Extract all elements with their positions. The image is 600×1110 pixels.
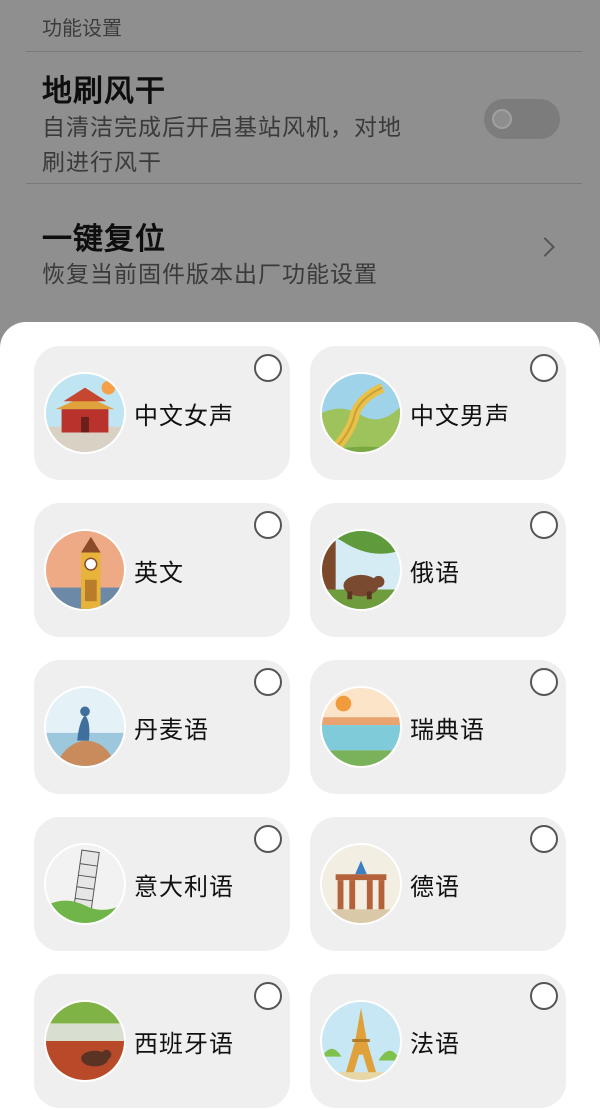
stockholm-icon [320, 686, 402, 768]
voice-label: 意大利语 [134, 873, 234, 901]
voice-label: 俄语 [410, 559, 460, 587]
dry-brush-toggle[interactable] [484, 99, 560, 139]
radio-button[interactable] [254, 982, 282, 1010]
divider [26, 183, 582, 184]
voice-card[interactable]: 俄语 [310, 503, 566, 637]
settings-background: 功能设置 地刷风干 自清洁完成后开启基站风机，对地 刷进行风干 一键复位 恢复当… [0, 0, 600, 340]
voice-selection-sheet: 中文女声 中文男声 英文 俄语 丹麦语 瑞典语 意大利语 德语 西班牙语 法语 [0, 322, 600, 1110]
voice-label: 丹麦语 [134, 716, 209, 744]
toggle-knob [492, 109, 512, 129]
voice-label: 德语 [410, 873, 460, 901]
radio-button[interactable] [530, 668, 558, 696]
little-mermaid-icon [44, 686, 126, 768]
chevron-right-icon[interactable] [535, 237, 555, 257]
reset-title: 一键复位 [42, 222, 166, 257]
bear-icon [320, 529, 402, 611]
voice-label: 中文女声 [134, 402, 234, 430]
voice-card[interactable]: 法语 [310, 974, 566, 1108]
radio-button[interactable] [530, 511, 558, 539]
radio-button[interactable] [254, 354, 282, 382]
bull-ring-icon [44, 1000, 126, 1082]
radio-button[interactable] [254, 511, 282, 539]
voice-label: 西班牙语 [134, 1030, 234, 1058]
divider [26, 51, 582, 52]
dry-brush-desc-line2: 刷进行风干 [42, 150, 162, 176]
dry-brush-desc-line1: 自清洁完成后开启基站风机，对地 [42, 115, 402, 141]
voice-card[interactable]: 英文 [34, 503, 290, 637]
voice-card[interactable]: 瑞典语 [310, 660, 566, 794]
great-wall-icon [320, 372, 402, 454]
dry-brush-title: 地刷风干 [42, 74, 166, 109]
reset-desc: 恢复当前固件版本出厂功能设置 [42, 262, 378, 288]
voice-label: 法语 [410, 1030, 460, 1058]
voice-label: 中文男声 [410, 402, 510, 430]
radio-button[interactable] [254, 825, 282, 853]
radio-button[interactable] [254, 668, 282, 696]
big-ben-icon [44, 529, 126, 611]
voice-card[interactable]: 中文男声 [310, 346, 566, 480]
voice-card[interactable]: 丹麦语 [34, 660, 290, 794]
voice-card[interactable]: 中文女声 [34, 346, 290, 480]
voice-label: 英文 [134, 559, 184, 587]
radio-button[interactable] [530, 354, 558, 382]
brandenburg-gate-icon [320, 843, 402, 925]
voice-card[interactable]: 德语 [310, 817, 566, 951]
radio-button[interactable] [530, 825, 558, 853]
voice-card[interactable]: 意大利语 [34, 817, 290, 951]
eiffel-tower-icon [320, 1000, 402, 1082]
radio-button[interactable] [530, 982, 558, 1010]
voice-card[interactable]: 西班牙语 [34, 974, 290, 1108]
china-palace-icon [44, 372, 126, 454]
section-title: 功能设置 [42, 16, 122, 40]
voice-label: 瑞典语 [410, 716, 485, 744]
leaning-tower-icon [44, 843, 126, 925]
